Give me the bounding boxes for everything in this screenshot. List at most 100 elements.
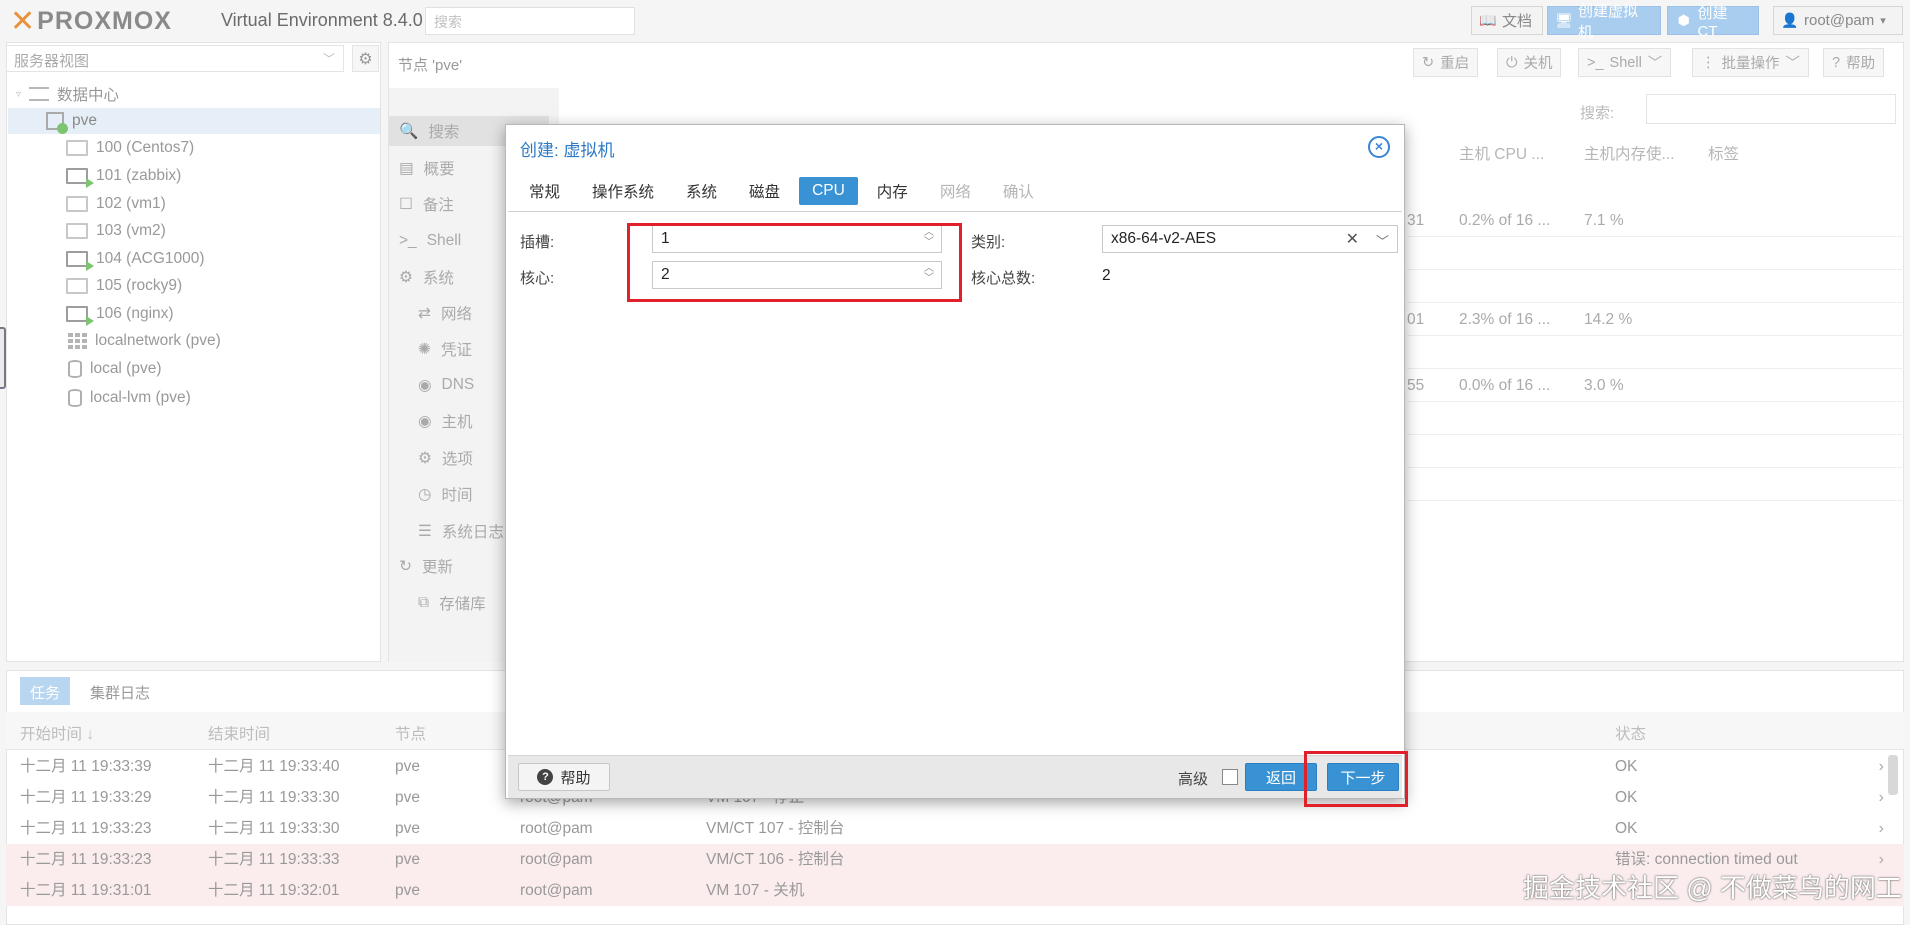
dialog-footer: ? 帮助 高级 返回 下一步: [508, 755, 1402, 798]
tree-item-vm[interactable]: 100 (Centos7): [66, 135, 194, 161]
nav-item-hosts[interactable]: ◉ 主机: [418, 406, 473, 436]
node-help-button[interactable]: ? 帮助: [1823, 48, 1885, 77]
nav-item-network[interactable]: ⇄ 网络: [418, 298, 472, 328]
nav-item-updates[interactable]: ↻ 更新: [399, 551, 453, 581]
column-header-memory[interactable]: 主机内存使...: [1584, 142, 1674, 164]
column-header-start-time[interactable]: 开始时间 ↓: [20, 722, 94, 744]
cell-cpu: 2.3% of 16 ...: [1459, 311, 1551, 328]
cell-description: VM/CT 106 - 控制台: [706, 851, 845, 868]
bulk-actions-button[interactable]: ⋮ 批量操作 ﹀: [1692, 48, 1809, 77]
create-vm-dialog: 创建: 虚拟机 × 常规 操作系统 系统 磁盘 CPU 内存 网络 确认 插槽:…: [505, 124, 1405, 799]
docs-button[interactable]: 📖 文档: [1471, 6, 1543, 35]
table-row[interactable]: 55 0.0% of 16 ... 3.0 %: [1407, 369, 1904, 402]
tree-item-pve[interactable]: pve: [8, 108, 380, 134]
user-menu-button[interactable]: 👤 root@pam ▾: [1773, 6, 1903, 35]
tab-os[interactable]: 操作系统: [579, 177, 667, 205]
nav-item-time[interactable]: ◷ 时间: [418, 479, 473, 509]
tree-settings-button[interactable]: ⚙: [352, 45, 379, 72]
power-icon: ⏻: [1506, 54, 1518, 71]
advanced-checkbox[interactable]: [1222, 769, 1238, 785]
cell-node: pve: [395, 789, 420, 806]
table-search-input[interactable]: [1646, 94, 1896, 124]
tree-item-vm[interactable]: 101 (zabbix): [66, 163, 181, 189]
tree-item-vm[interactable]: 104 (ACG1000): [66, 246, 205, 272]
table-row[interactable]: 01 2.3% of 16 ... 14.2 %: [1407, 303, 1904, 336]
tree-item-datacenter[interactable]: ▿ 数据中心: [16, 81, 376, 107]
task-row[interactable]: 十二月 11 19:33:23 十二月 11 19:33:30 pve root…: [6, 813, 1904, 844]
cell-uptime: 31: [1407, 212, 1425, 229]
table-row[interactable]: [1407, 336, 1904, 369]
tab-disks[interactable]: 磁盘: [736, 177, 793, 205]
nav-item-repositories[interactable]: ⧉ 存储库: [418, 588, 486, 618]
nav-label: 备注: [422, 197, 454, 214]
tree-item-storage[interactable]: local (pve): [68, 356, 162, 382]
tree-item-vm[interactable]: 105 (rocky9): [66, 273, 182, 299]
tab-tasks[interactable]: 任务: [20, 677, 71, 705]
nav-item-summary[interactable]: ▤ 概要: [399, 153, 455, 183]
list-icon: ☰: [418, 522, 432, 540]
help-icon: ?: [1832, 54, 1841, 71]
cell-start: 十二月 11 19:31:01: [20, 882, 152, 899]
nav-item-system[interactable]: ⚙ 系统: [399, 262, 454, 292]
shell-button[interactable]: >_ Shell ﹀: [1578, 48, 1672, 77]
tab-system[interactable]: 系统: [673, 177, 730, 205]
chevron-down-icon[interactable]: ﹀: [1376, 231, 1389, 250]
tree-item-label: 104 (ACG1000): [96, 250, 205, 267]
nav-item-shell[interactable]: >_ Shell: [399, 226, 461, 256]
column-header-status[interactable]: 状态: [1615, 722, 1646, 744]
help-button[interactable]: ? 帮助: [518, 763, 610, 791]
column-header-node[interactable]: 节点: [395, 722, 426, 744]
view-selector[interactable]: 服务器视图 ﹀: [6, 45, 344, 72]
nav-item-notes[interactable]: ☐ 备注: [399, 189, 454, 219]
reboot-button[interactable]: ↻ 重启: [1413, 48, 1479, 77]
table-row[interactable]: [1407, 468, 1904, 501]
cpu-type-select[interactable]: x86-64-v2-AES ✕ ﹀: [1102, 225, 1398, 253]
reboot-label: 重启: [1440, 56, 1470, 72]
certificate-icon: ✺: [418, 340, 431, 358]
log-scrollbar[interactable]: [1888, 755, 1898, 795]
chevron-right-icon[interactable]: ›: [1879, 782, 1884, 813]
tree-item-network[interactable]: localnetwork (pve): [68, 328, 221, 354]
tree-item-label: 103 (vm2): [96, 222, 166, 239]
cell-memory: 7.1 %: [1584, 212, 1624, 229]
table-row[interactable]: [1407, 237, 1904, 270]
tab-cpu[interactable]: CPU: [799, 177, 858, 205]
tab-memory[interactable]: 内存: [864, 177, 921, 205]
table-row[interactable]: [1407, 435, 1904, 468]
tree-item-vm[interactable]: 102 (vm1): [66, 191, 166, 217]
chevron-right-icon[interactable]: ›: [1879, 751, 1884, 782]
tree-item-vm[interactable]: 106 (nginx): [66, 301, 174, 327]
tree-item-vm[interactable]: 103 (vm2): [66, 218, 166, 244]
gear-icon: ⚙: [418, 449, 432, 467]
nav-label: 主机: [441, 414, 473, 431]
global-search-input[interactable]: 搜索: [425, 7, 635, 35]
clear-icon[interactable]: ✕: [1346, 229, 1359, 249]
create-ct-button[interactable]: ⬢ 创建 CT: [1667, 5, 1759, 40]
shell-label: Shell: [1609, 54, 1642, 71]
nav-item-options[interactable]: ⚙ 选项: [418, 443, 473, 473]
tree-item-storage[interactable]: local-lvm (pve): [68, 385, 191, 411]
table-row[interactable]: [1407, 270, 1904, 303]
tab-cluster-log[interactable]: 集群日志: [80, 677, 160, 705]
table-row[interactable]: [1407, 402, 1904, 435]
tab-confirm: 确认: [1002, 184, 1034, 201]
collapsed-panel-handle[interactable]: [0, 327, 6, 389]
cell-node: pve: [395, 758, 420, 775]
nav-label: 时间: [441, 487, 473, 504]
nav-item-certificates[interactable]: ✺ 凭证: [418, 334, 472, 364]
column-header-end-time[interactable]: 结束时间: [208, 722, 270, 744]
create-vm-button[interactable]: 🖥 创建虚拟机: [1547, 3, 1661, 41]
cell-node: pve: [395, 820, 420, 837]
table-row[interactable]: 31 0.2% of 16 ... 7.1 %: [1407, 204, 1904, 237]
create-vm-label: 创建虚拟机: [1578, 2, 1639, 41]
chevron-right-icon[interactable]: ›: [1879, 813, 1884, 844]
shutdown-button[interactable]: ⏻ 关机: [1497, 48, 1562, 77]
column-header-tags[interactable]: 标签: [1708, 142, 1739, 164]
tree-item-label: 102 (vm1): [96, 195, 166, 212]
watermark: 掘金技术社区 @ 不做菜鸟的网工: [1523, 873, 1902, 903]
tab-general[interactable]: 常规: [516, 177, 573, 205]
column-header-cpu[interactable]: 主机 CPU ...: [1459, 142, 1544, 164]
nav-item-dns[interactable]: ◉ DNS: [418, 370, 474, 400]
nav-item-syslog[interactable]: ☰ 系统日志: [418, 516, 504, 546]
close-icon[interactable]: ×: [1368, 136, 1390, 158]
